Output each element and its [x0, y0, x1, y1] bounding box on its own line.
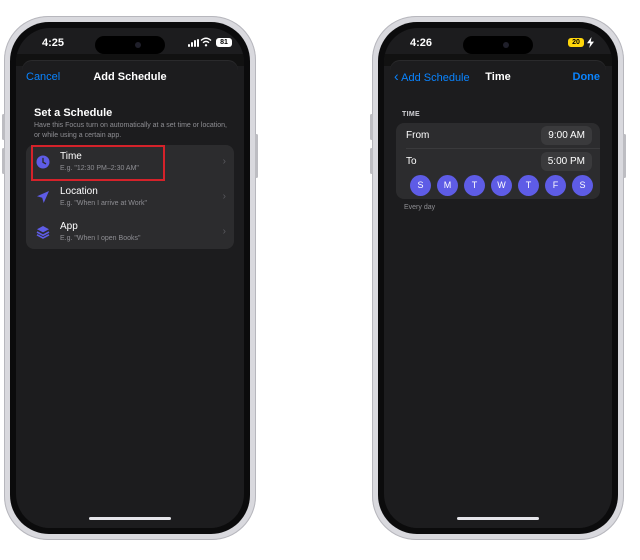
done-button[interactable]: Done: [573, 71, 601, 83]
chevron-right-icon: ›: [222, 191, 226, 202]
section-description: Have this Focus turn on automatically at…: [34, 122, 227, 139]
volume-up-button: [370, 114, 373, 140]
battery-icon: 20: [568, 38, 584, 47]
status-bar: 4:26 20: [384, 28, 612, 56]
day-toggle-thursday[interactable]: T: [518, 175, 539, 196]
left-screen: 4:25 81 Cancel Add Schedule Set a Schedu…: [16, 28, 244, 528]
repeat-summary: Every day: [404, 204, 436, 211]
battery-icon: 81: [216, 38, 232, 47]
right-phone: 4:26 20 ‹ Add Schedule Time Done TIME Fr…: [370, 16, 626, 540]
time-settings-group: From 9:00 AM To 5:00 PM S M T W T F S: [396, 123, 600, 199]
from-label: From: [406, 130, 430, 141]
day-toggle-wednesday[interactable]: W: [491, 175, 512, 196]
volume-up-button: [2, 114, 5, 140]
status-time: 4:25: [42, 37, 65, 49]
weekday-selector: S M T W T F S: [410, 175, 593, 196]
chevron-right-icon: ›: [222, 156, 226, 167]
dynamic-island: [95, 36, 165, 54]
from-time-picker[interactable]: 9:00 AM: [541, 126, 592, 145]
section-caption: TIME: [402, 111, 420, 118]
add-schedule-sheet: Cancel Add Schedule Set a Schedule Have …: [22, 61, 238, 528]
wifi-icon: [200, 37, 212, 47]
from-row: From 9:00 AM: [396, 123, 600, 149]
option-label: Location: [60, 186, 98, 197]
option-subtitle: E.g. "When I arrive at Work": [60, 200, 147, 207]
dynamic-island: [463, 36, 533, 54]
home-indicator[interactable]: [89, 517, 171, 520]
option-location[interactable]: Location E.g. "When I arrive at Work" ›: [26, 180, 234, 214]
volume-down-button: [370, 148, 373, 174]
nav-bar: ‹ Add Schedule Time Done: [390, 67, 606, 89]
to-time-picker[interactable]: 5:00 PM: [540, 152, 592, 171]
day-toggle-tuesday[interactable]: T: [464, 175, 485, 196]
chevron-right-icon: ›: [222, 226, 226, 237]
left-phone: 4:25 81 Cancel Add Schedule Set a Schedu…: [2, 16, 258, 540]
power-button: [623, 134, 626, 178]
location-arrow-icon: [37, 191, 49, 203]
option-label: App: [60, 221, 78, 232]
nav-bar: Cancel Add Schedule: [22, 67, 238, 89]
day-toggle-sunday[interactable]: S: [410, 175, 431, 196]
right-screen: 4:26 20 ‹ Add Schedule Time Done TIME Fr…: [384, 28, 612, 528]
time-sheet: ‹ Add Schedule Time Done TIME From 9:00 …: [390, 61, 606, 528]
page-title: Add Schedule: [93, 71, 167, 83]
home-indicator[interactable]: [457, 517, 539, 520]
option-time[interactable]: Time E.g. "12:30 PM–2:30 AM" ›: [26, 145, 234, 181]
status-bar: 4:25 81: [16, 28, 244, 56]
option-subtitle: E.g. "When I open Books": [60, 235, 141, 242]
option-app[interactable]: App E.g. "When I open Books" ›: [26, 215, 234, 249]
to-row: To 5:00 PM: [396, 149, 600, 175]
section-title: Set a Schedule: [34, 107, 113, 119]
highlight-box: [31, 145, 165, 181]
power-button: [255, 134, 258, 178]
day-toggle-monday[interactable]: M: [437, 175, 458, 196]
day-toggle-friday[interactable]: F: [545, 175, 566, 196]
day-toggle-saturday[interactable]: S: [572, 175, 593, 196]
app-layers-icon: [36, 226, 50, 239]
to-label: To: [406, 156, 417, 167]
camera-icon: [135, 42, 141, 48]
charging-bolt-icon: [587, 37, 594, 48]
status-time: 4:26: [410, 37, 433, 49]
schedule-options-list: Time E.g. "12:30 PM–2:30 AM" › Location …: [26, 145, 234, 249]
camera-icon: [503, 42, 509, 48]
volume-down-button: [2, 148, 5, 174]
cellular-signal-icon: [188, 39, 199, 47]
